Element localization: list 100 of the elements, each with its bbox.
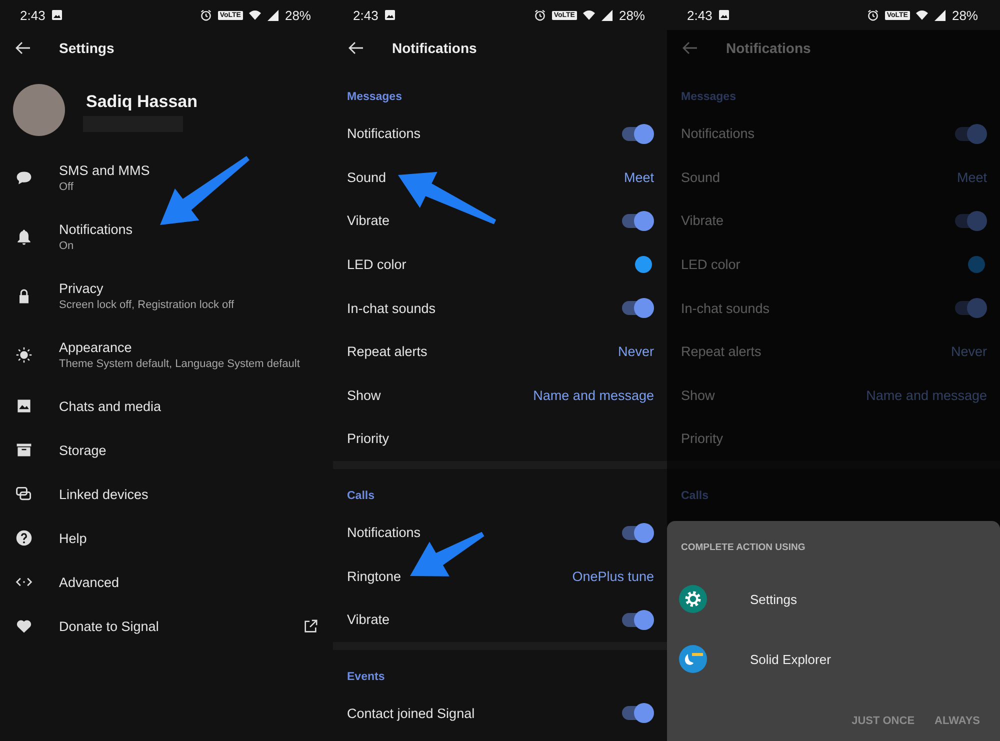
led-color-dot[interactable]: [968, 256, 985, 274]
toggle-switch[interactable]: [955, 126, 985, 141]
section-header: Calls: [347, 490, 374, 502]
back-arrow-icon[interactable]: [15, 41, 31, 55]
preference-value: Meet: [624, 170, 654, 185]
toggle-switch[interactable]: [622, 526, 652, 540]
preference-row[interactable]: Ringtone OnePlus tune: [333, 554, 667, 598]
preference-label: Priority: [681, 431, 724, 446]
settings-item[interactable]: Donate to Signal: [0, 604, 333, 648]
item-label: Privacy: [59, 280, 104, 296]
preference-row[interactable]: Vibrate: [333, 199, 667, 243]
toggle-switch[interactable]: [622, 301, 652, 316]
alarm-icon: [866, 9, 879, 21]
item-summary: Screen lock off, Registration lock off: [59, 298, 236, 310]
preference-label: Sound: [681, 170, 720, 185]
settings-item[interactable]: Linked devices: [0, 472, 333, 516]
wifi-icon: [916, 9, 928, 21]
toggle-switch[interactable]: [955, 301, 985, 316]
app-option[interactable]: Settings: [667, 569, 1000, 629]
preference-label: Show: [681, 388, 715, 403]
preference-label: Notifications: [681, 126, 755, 142]
item-label: Advanced: [59, 574, 120, 590]
archive-box-icon: [15, 441, 33, 459]
avatar-placeholder[interactable]: [13, 84, 65, 136]
item-summary: On: [59, 240, 75, 252]
back-arrow-icon[interactable]: [348, 41, 364, 55]
screen-title: Notifications: [726, 40, 811, 56]
preference-label: Vibrate: [681, 213, 724, 228]
preference-label: Show: [347, 388, 381, 403]
battery-percent: 28%: [284, 8, 311, 22]
toggle-switch[interactable]: [622, 706, 652, 720]
preference-row[interactable]: In-chat sounds: [333, 286, 667, 330]
item-label: Storage: [59, 442, 108, 458]
settings-item[interactable]: Notifications On: [0, 207, 333, 266]
item-label: Appearance: [59, 340, 133, 354]
preference-label: Sound: [347, 170, 386, 185]
item-label: Notifications: [59, 222, 134, 236]
alarm-icon: [534, 9, 546, 21]
preference-label: Repeat alerts: [347, 344, 428, 360]
status-time: 2:43: [687, 8, 712, 22]
preference-row[interactable]: Notifications: [333, 510, 667, 554]
preference-value: Never: [618, 344, 654, 360]
bell-icon: [15, 228, 33, 246]
preference-row[interactable]: Vibrate: [333, 598, 667, 642]
preference-row[interactable]: Sound Meet: [333, 156, 667, 200]
preference-row[interactable]: Notifications: [333, 112, 667, 156]
preference-label: Notifications: [347, 525, 421, 540]
wifi-icon: [248, 9, 261, 21]
item-summary: Theme System default, Language System default: [59, 358, 301, 370]
preference-label: Vibrate: [347, 213, 390, 228]
toggle-switch[interactable]: [622, 214, 652, 228]
preference-label: LED color: [347, 257, 406, 272]
item-label: Help: [59, 530, 88, 546]
signal-icon: [266, 9, 279, 21]
settings-item[interactable]: Help: [0, 516, 333, 560]
preference-row[interactable]: Contact joined Signal: [333, 692, 667, 736]
profile-name: Sadiq Hassan: [86, 92, 198, 112]
image-icon: [51, 9, 64, 21]
section-header: Messages: [681, 91, 736, 103]
preference-row[interactable]: Priority: [333, 417, 667, 461]
preference-label: Priority: [347, 431, 390, 446]
status-time: 2:43: [353, 8, 378, 22]
settings-item[interactable]: Privacy Screen lock off, Registration lock off: [0, 266, 333, 325]
item-label: SMS and MMS: [59, 162, 151, 178]
preference-row[interactable]: Show Name and message: [333, 374, 667, 418]
item-label: Chats and media: [59, 398, 162, 414]
preference-label: Notifications: [347, 126, 421, 142]
preference-label: Repeat alerts: [681, 344, 762, 360]
led-color-dot[interactable]: [635, 256, 652, 274]
image-icon: [15, 397, 33, 415]
preference-label: Vibrate: [347, 612, 390, 628]
preference-row[interactable]: LED color: [333, 242, 667, 286]
toggle-switch[interactable]: [622, 126, 652, 141]
image-icon: [718, 9, 730, 21]
app-option[interactable]: Solid Explorer: [667, 629, 1000, 689]
gear-icon: [679, 585, 707, 613]
section-header: Calls: [681, 490, 708, 502]
settings-item[interactable]: Storage: [0, 428, 333, 472]
signal-icon: [934, 9, 946, 21]
toggle-switch[interactable]: [622, 612, 652, 627]
preference-label: In-chat sounds: [681, 300, 770, 316]
settings-item[interactable]: Appearance Theme System default, Language System default: [0, 325, 333, 384]
item-label: Donate to Signal: [59, 618, 160, 634]
toggle-switch[interactable]: [955, 214, 985, 228]
section-header: Messages: [347, 91, 402, 103]
battery-percent: 28%: [618, 8, 645, 22]
screen-title: Settings: [59, 40, 114, 56]
sheet-title: COMPLETE ACTION USING: [681, 542, 806, 553]
settings-item[interactable]: Chats and media: [0, 384, 333, 428]
settings-item[interactable]: SMS and MMS Off: [0, 148, 333, 207]
screen-title: Notifications: [392, 40, 477, 56]
section-header: Events: [347, 670, 385, 683]
preference-label: Ringtone: [347, 568, 402, 584]
preference-label: LED color: [681, 257, 740, 272]
image-icon: [384, 9, 396, 21]
preference-row[interactable]: Repeat alerts Never: [333, 330, 667, 374]
alarm-icon: [200, 9, 212, 21]
signal-icon: [600, 9, 613, 21]
help-icon: [15, 529, 33, 547]
settings-item[interactable]: Advanced: [0, 560, 333, 604]
